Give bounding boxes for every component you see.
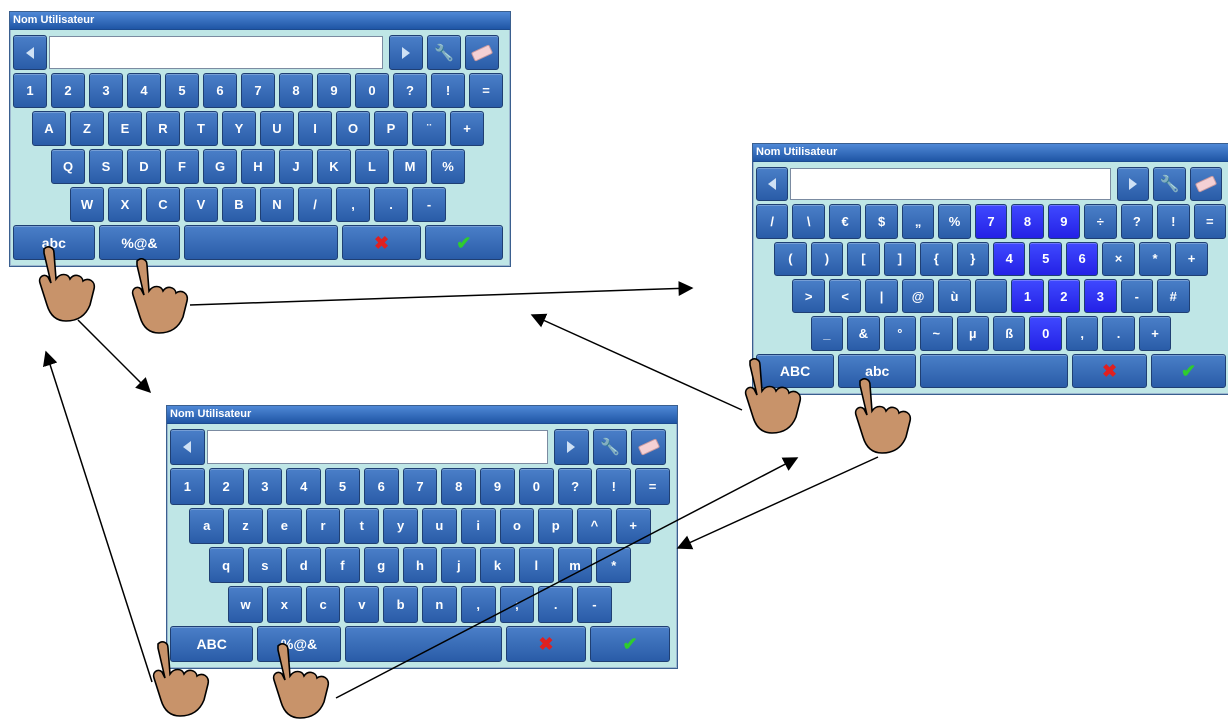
- hand-pointer-icon: [38, 246, 96, 322]
- hand-pointer-icon: [152, 641, 210, 717]
- hand-pointer-icon: [744, 358, 802, 434]
- hand-pointer-icon: [131, 258, 189, 334]
- arrow-line: [42, 350, 153, 683]
- hand-pointer-icon: [272, 643, 330, 719]
- arrow-line: [189, 280, 694, 306]
- arrow-line: [530, 313, 743, 411]
- connector-arrows: [42, 280, 879, 699]
- hand-pointer-icon: [854, 378, 912, 454]
- arrow-line: [676, 456, 879, 550]
- arrow-line: [335, 457, 799, 699]
